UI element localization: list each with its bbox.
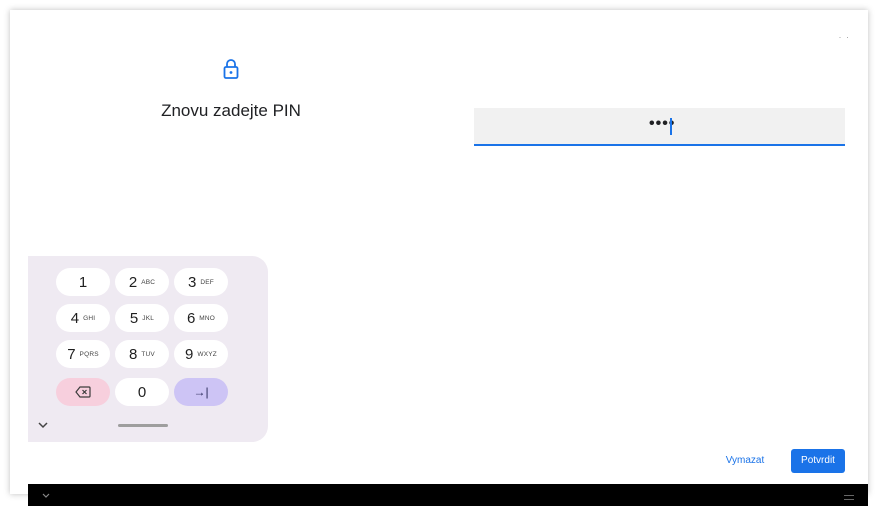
key-letters: DEF — [200, 278, 214, 286]
more-dots-icon: · · — [838, 32, 850, 42]
keypad-drag-handle[interactable] — [118, 424, 168, 427]
chevron-down-icon[interactable] — [37, 420, 49, 430]
key-1[interactable]: 1 — [56, 268, 110, 296]
tab-arrow-icon: →| — [193, 385, 209, 399]
numeric-keypad: 1 2 ABC 3 DEF 4 GHI 5 JKL 6 MNO 7 PQRS 8… — [28, 256, 268, 442]
key-7[interactable]: 7 PQRS — [56, 340, 110, 368]
key-letters: TUV — [141, 350, 155, 358]
key-number: 3 — [188, 273, 197, 291]
key-letters: GHI — [83, 314, 96, 322]
system-nav-bar — [28, 484, 868, 506]
tab-next-button[interactable]: →| — [174, 378, 228, 406]
backspace-button[interactable] — [56, 378, 110, 406]
key-3[interactable]: 3 DEF — [174, 268, 228, 296]
key-4[interactable]: 4 GHI — [56, 304, 110, 332]
key-5[interactable]: 5 JKL — [115, 304, 169, 332]
key-number: 6 — [186, 309, 196, 327]
confirm-button[interactable]: Potvrdit — [791, 449, 845, 473]
key-9[interactable]: 9 WXYZ — [174, 340, 228, 368]
key-letters: MNO — [199, 314, 216, 322]
key-number: 1 — [78, 273, 88, 291]
key-8[interactable]: 8 TUV — [115, 340, 169, 368]
key-number: 4 — [70, 309, 80, 327]
key-6[interactable]: 6 MNO — [174, 304, 228, 332]
key-letters: JKL — [142, 314, 155, 322]
nav-chevron-down-icon[interactable] — [42, 493, 50, 499]
key-2[interactable]: 2 ABC — [115, 268, 169, 296]
key-number: 5 — [129, 309, 139, 327]
page-title: Znovu zadejte PIN — [161, 101, 301, 120]
key-letters: PQRS — [79, 350, 99, 358]
key-number: 2 — [128, 273, 138, 291]
key-0[interactable]: 0 — [115, 378, 169, 406]
key-letters: ABC — [141, 278, 156, 286]
key-number: 9 — [185, 345, 194, 363]
backspace-icon — [75, 386, 91, 398]
key-letters: WXYZ — [197, 350, 217, 358]
text-caret — [670, 118, 672, 135]
lock-icon — [223, 59, 239, 79]
pin-input[interactable]: •••• — [474, 108, 845, 146]
key-number: 8 — [129, 345, 138, 363]
key-number: 0 — [137, 383, 147, 401]
clear-button[interactable]: Vymazat — [719, 451, 771, 471]
keyboard-switch-icon[interactable] — [844, 495, 854, 500]
key-number: 7 — [67, 345, 76, 363]
